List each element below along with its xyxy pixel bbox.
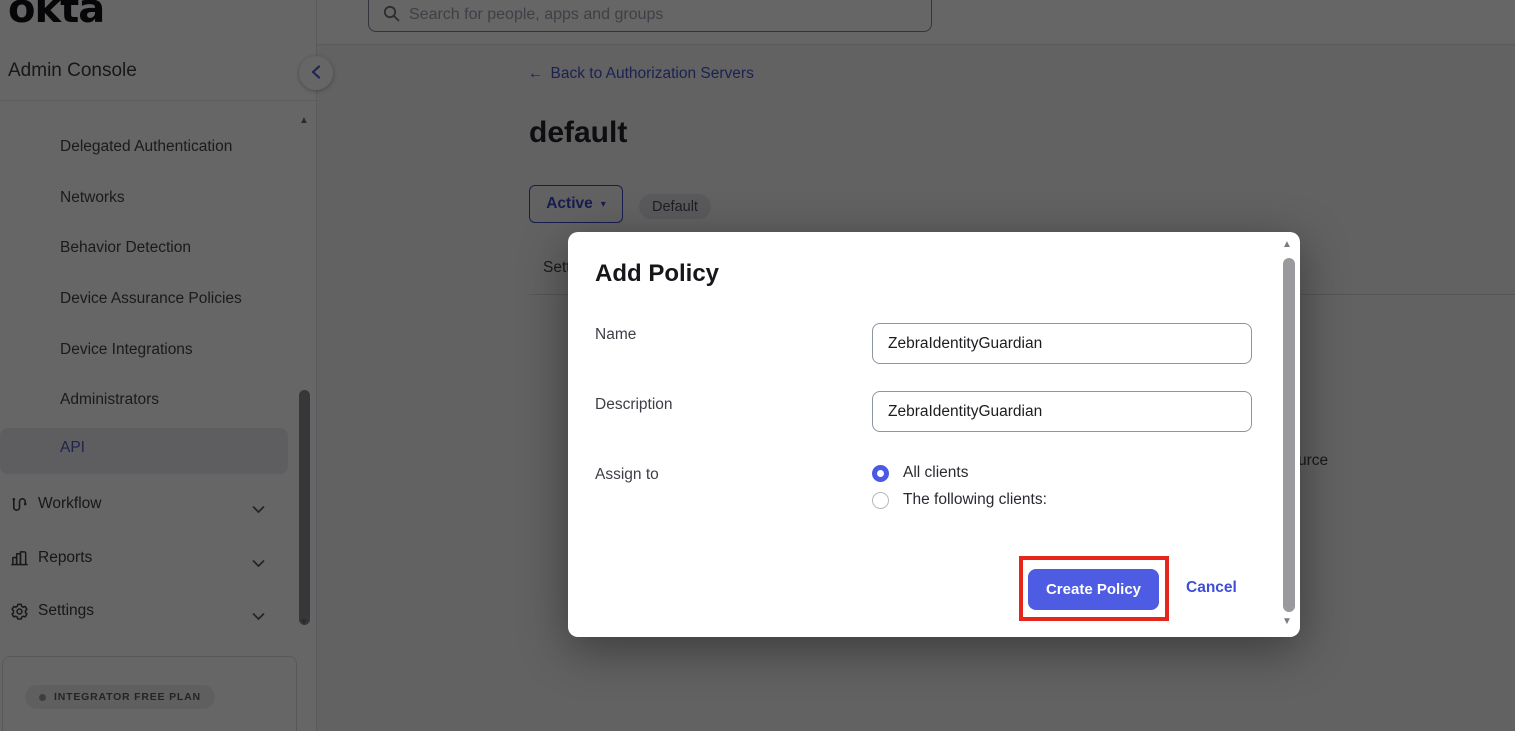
name-field[interactable] (872, 323, 1252, 364)
modal-scroll-down-icon[interactable]: ▼ (1282, 617, 1292, 627)
modal-title: Add Policy (595, 260, 719, 288)
modal-scroll-up-icon[interactable]: ▲ (1282, 240, 1292, 250)
radio-all-clients-label: All clients (903, 464, 968, 482)
description-label: Description (595, 396, 673, 414)
modal-scrollbar-thumb[interactable] (1283, 258, 1295, 612)
assign-to-label: Assign to (595, 466, 659, 484)
radio-following-clients-label: The following clients: (903, 491, 1047, 509)
radio-selected-icon (872, 465, 889, 482)
radio-unselected-icon (872, 492, 889, 509)
create-policy-button[interactable]: Create Policy (1028, 569, 1159, 610)
okta-admin-console-screen: okta Admin Console ▲ Delegated Authentic… (0, 0, 1515, 731)
radio-following-clients[interactable]: The following clients: (872, 491, 1047, 509)
name-label: Name (595, 326, 636, 344)
description-field[interactable] (872, 391, 1252, 432)
add-policy-modal: Add Policy Name Description Assign to Al… (568, 232, 1300, 637)
cancel-button[interactable]: Cancel (1186, 579, 1237, 597)
radio-all-clients[interactable]: All clients (872, 464, 968, 482)
